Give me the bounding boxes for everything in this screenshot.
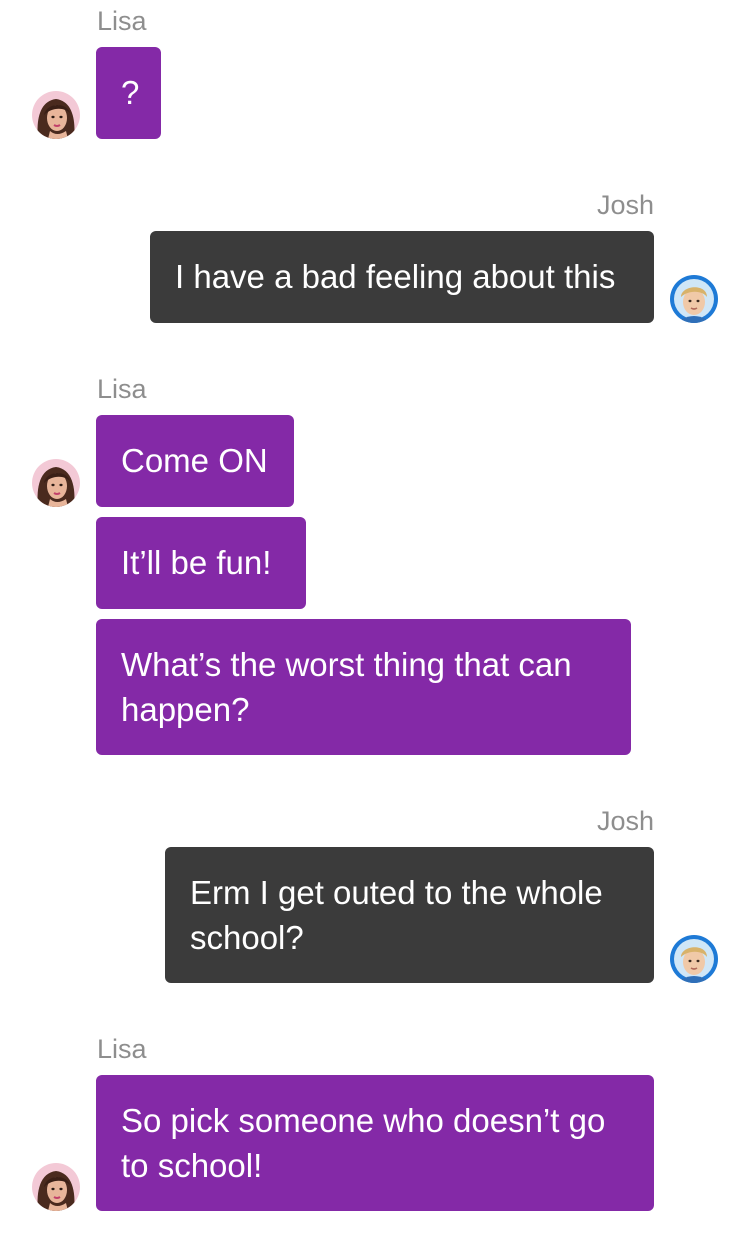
sender-name: Lisa: [97, 374, 147, 404]
lisa-avatar-icon[interactable]: [32, 91, 80, 139]
josh-avatar-icon[interactable]: [670, 275, 718, 323]
message-bubble[interactable]: I have a bad feeling about this: [150, 231, 654, 323]
chat-thread: Lisa ? Josh I have a bad feeling about t…: [0, 0, 750, 1257]
sender-name: Lisa: [97, 1034, 147, 1064]
message-bubble[interactable]: ?: [96, 47, 161, 139]
sender-name: Josh: [596, 806, 654, 836]
message-bubble[interactable]: Erm I get outed to the whole school?: [165, 847, 654, 983]
lisa-avatar-icon[interactable]: [32, 459, 80, 507]
message-bubble[interactable]: Come ON: [96, 415, 294, 507]
josh-avatar-icon[interactable]: [670, 935, 718, 983]
message-bubble[interactable]: What’s the worst thing that can happen?: [96, 619, 631, 755]
message-bubble[interactable]: So pick someone who doesn’t go to school…: [96, 1075, 654, 1211]
sender-name: Lisa: [97, 6, 147, 36]
lisa-avatar-icon[interactable]: [32, 1163, 80, 1211]
sender-name: Josh: [596, 190, 654, 220]
message-bubble[interactable]: It’ll be fun!: [96, 517, 306, 609]
